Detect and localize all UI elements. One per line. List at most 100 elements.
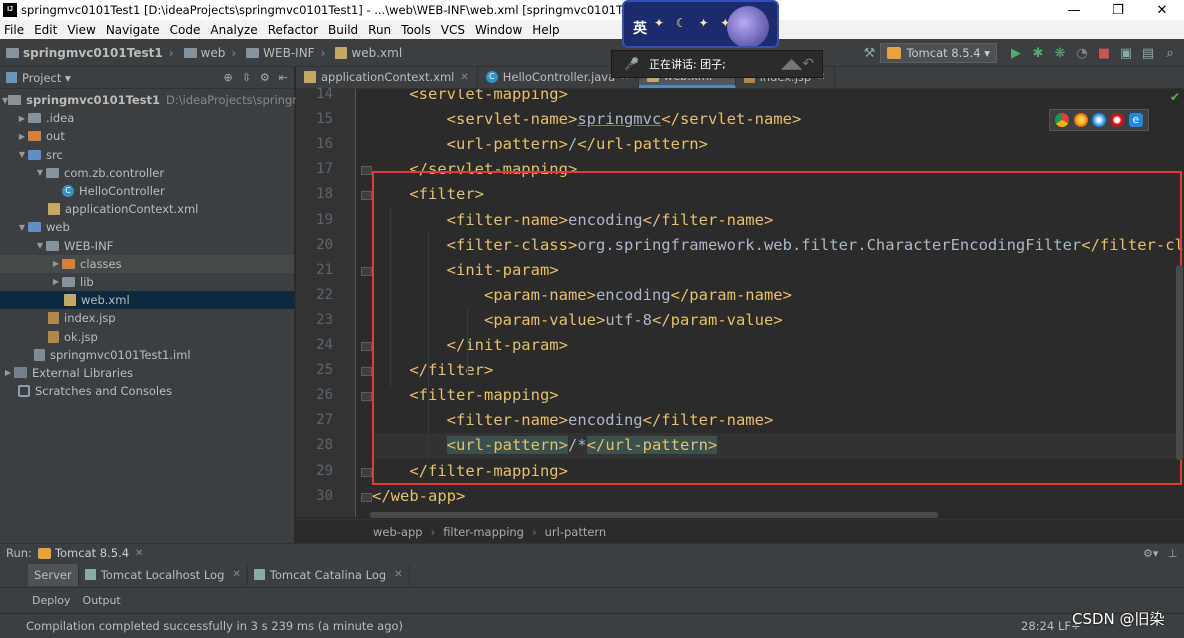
fold-marker-icon[interactable] bbox=[361, 266, 372, 276]
maximize-button[interactable]: ❐ bbox=[1096, 0, 1140, 20]
locate-icon[interactable]: ⊕ bbox=[223, 71, 232, 84]
browser-preview-bar: e bbox=[1049, 109, 1149, 131]
fold-marker-icon[interactable] bbox=[361, 392, 372, 402]
code-line: <filter-class>org.springframework.web.fi… bbox=[372, 233, 1184, 258]
menu-file[interactable]: File bbox=[4, 23, 24, 37]
line-number: 15 bbox=[316, 111, 333, 128]
nav-crumb-web[interactable]: web › bbox=[183, 46, 236, 60]
project-structure-icon[interactable]: ▣ bbox=[1118, 45, 1134, 61]
vertical-scrollbar[interactable] bbox=[1176, 265, 1183, 460]
fold-marker-icon[interactable] bbox=[361, 467, 372, 477]
fold-marker-icon[interactable] bbox=[361, 191, 372, 201]
menu-vcs[interactable]: VCS bbox=[441, 23, 465, 37]
menu-code[interactable]: Code bbox=[170, 23, 201, 37]
menu-tools[interactable]: Tools bbox=[401, 23, 431, 37]
run-tab-tomcat[interactable]: Tomcat 8.5.4 ✕ bbox=[37, 546, 143, 560]
tree-item-scratches[interactable]: Scratches and Consoles bbox=[0, 382, 294, 400]
tree-item-project-root[interactable]: ▼ springmvc0101Test1 D:\ideaProjects\sprin… bbox=[0, 91, 376, 109]
chevron-down-icon: ▼ bbox=[18, 150, 26, 160]
fold-marker-icon[interactable] bbox=[361, 342, 372, 351]
ime-language[interactable]: 英 bbox=[633, 18, 647, 38]
tree-item-index-jsp[interactable]: index.jsp bbox=[0, 309, 294, 327]
coverage-icon[interactable]: ❋ bbox=[1052, 45, 1068, 61]
minimize-button[interactable]: — bbox=[1052, 0, 1096, 20]
output-label[interactable]: Output bbox=[83, 594, 121, 607]
tree-item-hello-controller[interactable]: C HelloController bbox=[0, 182, 294, 200]
close-icon[interactable]: ✕ bbox=[232, 569, 240, 580]
tab-application-context[interactable]: applicationContext.xml ✕ bbox=[296, 66, 478, 88]
voice-controls-icon[interactable]: ◢◣↶ bbox=[781, 56, 814, 72]
debug-icon[interactable]: ✱ bbox=[1030, 45, 1046, 61]
code-line: <servlet-mapping> bbox=[372, 89, 568, 107]
close-icon[interactable]: ✕ bbox=[460, 72, 468, 83]
tab-server[interactable]: Server bbox=[28, 563, 79, 586]
tree-item-web-xml[interactable]: web.xml bbox=[0, 291, 294, 310]
opera-icon[interactable] bbox=[1110, 113, 1125, 127]
tree-item-iml[interactable]: springmvc0101Test1.iml bbox=[0, 346, 294, 364]
chrome-icon[interactable] bbox=[1055, 113, 1070, 127]
tree-item-classes[interactable]: ▶ classes bbox=[0, 254, 294, 273]
hammer-icon[interactable]: ⚒ bbox=[861, 45, 877, 61]
xml-crumb-web-app[interactable]: web-app bbox=[373, 525, 423, 539]
chevron-down-icon: ▼ bbox=[36, 241, 44, 251]
menu-analyze[interactable]: Analyze bbox=[210, 23, 257, 37]
firefox-icon[interactable] bbox=[1073, 113, 1088, 127]
menu-navigate[interactable]: Navigate bbox=[106, 23, 160, 37]
caret-position[interactable]: 28:24 bbox=[1021, 619, 1054, 633]
horizontal-scrollbar[interactable] bbox=[370, 512, 938, 518]
nav-crumb-project[interactable]: springmvc0101Test1 › bbox=[6, 46, 174, 60]
fold-marker-icon[interactable] bbox=[361, 166, 372, 176]
ime-toolbar[interactable]: 英 ✦ ☾ ✦ ✦ bbox=[622, 0, 779, 48]
collapse-icon[interactable]: ⇳ bbox=[242, 71, 251, 84]
project-view-dropdown[interactable]: Project bbox=[22, 71, 61, 85]
tree-item-package[interactable]: ▼ com.zb.controller bbox=[0, 164, 294, 182]
tree-item-out[interactable]: ▶ out bbox=[0, 127, 294, 145]
menu-edit[interactable]: Edit bbox=[34, 23, 57, 37]
close-icon[interactable]: ✕ bbox=[135, 548, 143, 559]
code-area[interactable]: <servlet-mapping> <servlet-name>springmv… bbox=[372, 89, 1184, 517]
xml-crumb-filter-mapping[interactable]: filter-mapping bbox=[443, 525, 524, 539]
gear-icon[interactable]: ⚙▾ bbox=[1143, 547, 1158, 560]
chevron-down-icon: ▼ bbox=[36, 168, 44, 178]
gear-icon[interactable]: ⚙ bbox=[260, 71, 270, 84]
nav-crumb-web-inf[interactable]: WEB-INF › bbox=[246, 46, 325, 60]
close-icon[interactable]: ✕ bbox=[394, 569, 402, 580]
tree-item-external-libraries[interactable]: ▶ External Libraries bbox=[0, 364, 294, 382]
tree-item-src[interactable]: ▼ src bbox=[0, 146, 294, 164]
menu-window[interactable]: Window bbox=[475, 23, 522, 37]
stop-icon[interactable]: ■ bbox=[1096, 45, 1112, 61]
tree-item-application-context[interactable]: applicationContext.xml bbox=[0, 200, 294, 218]
safari-icon[interactable] bbox=[1091, 113, 1106, 127]
ie-icon[interactable]: e bbox=[1128, 113, 1143, 127]
tree-item-ok-jsp[interactable]: ok.jsp bbox=[0, 327, 294, 345]
fold-marker-icon[interactable] bbox=[361, 367, 372, 377]
close-button[interactable]: ✕ bbox=[1140, 0, 1184, 20]
menu-refactor[interactable]: Refactor bbox=[268, 23, 318, 37]
tree-item-web-inf[interactable]: ▼ WEB-INF bbox=[0, 237, 294, 255]
tree-item-lib[interactable]: ▶ lib bbox=[0, 273, 294, 291]
status-message: Compilation completed successfully in 3 … bbox=[26, 619, 404, 633]
menu-run[interactable]: Run bbox=[368, 23, 391, 37]
sdk-icon[interactable]: ▤ bbox=[1140, 45, 1156, 61]
tab-catalina-log[interactable]: Tomcat Catalina Log ✕ bbox=[248, 563, 410, 586]
tab-localhost-log[interactable]: Tomcat Localhost Log ✕ bbox=[79, 563, 248, 586]
deploy-label[interactable]: Deploy bbox=[32, 594, 71, 607]
fold-marker-icon[interactable] bbox=[361, 492, 372, 502]
run-icon[interactable]: ▶ bbox=[1008, 45, 1024, 61]
menu-build[interactable]: Build bbox=[328, 23, 358, 37]
hide-icon[interactable]: ⇤ bbox=[279, 71, 288, 84]
minimize-panel-icon[interactable]: ⊥ bbox=[1168, 547, 1178, 560]
menu-view[interactable]: View bbox=[67, 23, 95, 37]
menu-help[interactable]: Help bbox=[532, 23, 559, 37]
tree-item-web[interactable]: ▼ web bbox=[0, 218, 294, 236]
tree-item-idea[interactable]: ▶ .idea bbox=[0, 109, 294, 127]
xml-crumb-url-pattern[interactable]: url-pattern bbox=[545, 525, 607, 539]
profile-icon[interactable]: ◔ bbox=[1074, 45, 1090, 61]
search-icon[interactable]: ⌕ bbox=[1162, 45, 1178, 61]
nav-crumb-web-xml[interactable]: web.xml bbox=[335, 46, 402, 60]
microphone-icon[interactable]: 🎤 bbox=[624, 57, 639, 71]
run-config-select[interactable]: Tomcat 8.5.4 ▾ bbox=[880, 43, 997, 63]
